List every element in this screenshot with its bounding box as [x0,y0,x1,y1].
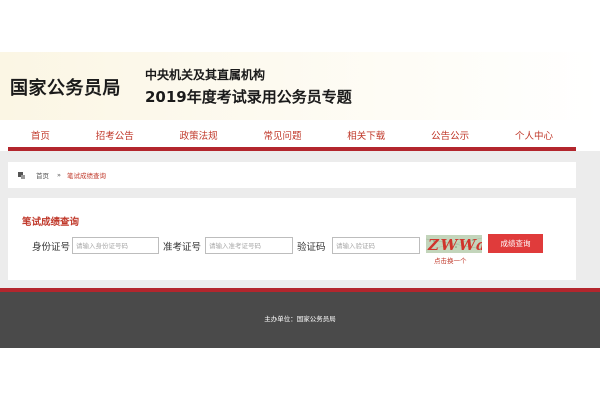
admission-number-input[interactable] [205,237,293,254]
captcha-input[interactable] [332,237,420,254]
admission-number-label: 准考证号 [163,242,202,253]
breadcrumb-current: 笔试成绩查询 [66,172,106,180]
captcha-text: ZWWa [427,236,482,253]
nav-item-faq[interactable]: 常见问题 [263,128,301,142]
nav-item-personal-center[interactable]: 个人中心 [515,128,553,142]
id-number-input[interactable] [72,237,159,254]
header-subtitle-topic: 2019年度考试录用公务员专题 [145,88,352,106]
page: 国家公务员局 中央机关及其直属机构 2019年度考试录用公务员专题 首页 招考公… [0,0,600,400]
site-header: 国家公务员局 中央机关及其直属机构 2019年度考试录用公务员专题 [0,52,600,120]
site-footer: 主办单位：国家公务员局 [0,292,600,348]
id-number-label: 身份证号 [32,242,71,253]
score-query-button[interactable]: 成绩查询 [488,234,543,253]
breadcrumb: 首页 » 笔试成绩查询 [8,162,576,188]
captcha-label: 验证码 [297,242,326,253]
score-query-panel: 笔试成绩查询 身份证号 准考证号 验证码 ZWWa 点击换一个 成绩查询 [8,198,576,280]
footer-sponsor-text: 主办单位：国家公务员局 [264,315,336,323]
breadcrumb-home-link[interactable]: 首页 [36,170,49,180]
nav-item-downloads[interactable]: 相关下载 [347,128,385,142]
nav-item-policies[interactable]: 政策法规 [180,128,218,142]
panel-title: 笔试成绩查询 [22,217,80,228]
site-logo-text[interactable]: 国家公务员局 [10,74,121,100]
captcha-image[interactable]: ZWWa [426,235,482,253]
main-nav: 首页 招考公告 政策法规 常见问题 相关下载 公告公示 个人中心 [8,123,576,147]
nav-item-announcements[interactable]: 招考公告 [96,128,134,142]
nav-item-home[interactable]: 首页 [31,128,50,142]
nav-item-notices[interactable]: 公告公示 [431,128,469,142]
breadcrumb-separator: » [57,171,61,179]
home-icon [18,171,26,179]
header-subtitle-org: 中央机关及其直属机构 [145,68,266,82]
captcha-refresh-link[interactable]: 点击换一个 [434,255,467,265]
